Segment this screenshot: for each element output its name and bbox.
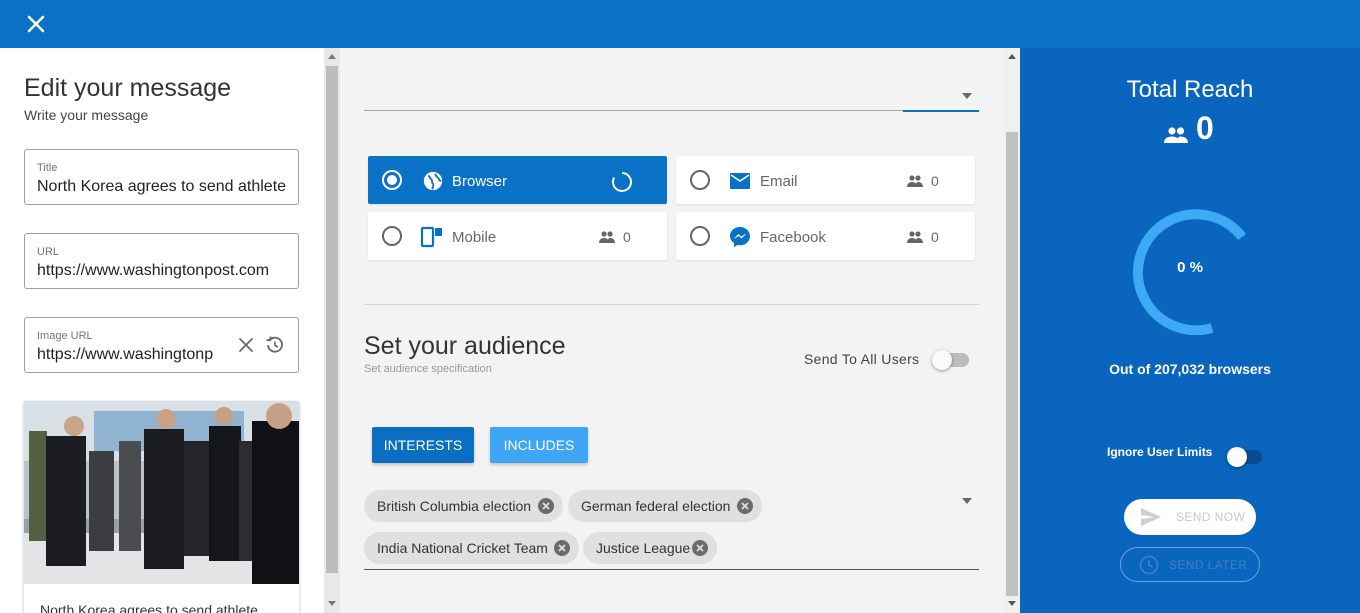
url-field-value[interactable]: https://www.washingtonpost.com (37, 262, 269, 280)
interests-button[interactable]: INTERESTS (372, 427, 474, 463)
mobile-icon (420, 226, 442, 248)
radio-facebook[interactable] (690, 226, 710, 246)
chip-india-national-cricket-team: India National Cricket Team (364, 532, 579, 564)
globe-icon (423, 171, 443, 191)
radio-mobile[interactable] (382, 226, 402, 246)
top-bar (0, 0, 1360, 48)
editor-scrollbar[interactable] (324, 48, 340, 613)
audience-title: Set your audience (364, 332, 566, 360)
segment-select[interactable] (364, 110, 904, 111)
url-field[interactable]: URL https://www.washingtonpost.com (24, 233, 299, 289)
channel-email[interactable]: Email 0 (676, 156, 975, 204)
chevron-down-icon[interactable] (962, 93, 972, 99)
scroll-up-arrow[interactable] (1008, 54, 1016, 59)
clock-icon (1139, 555, 1159, 575)
reach-count: 0 (1196, 110, 1214, 146)
reach-percent: 0 % (1177, 259, 1203, 276)
channel-email-count: 0 (931, 173, 939, 189)
chevron-down-icon[interactable] (962, 498, 972, 504)
title-field-label: Title (37, 162, 58, 174)
remove-chip-icon[interactable] (737, 498, 753, 514)
url-field-label: URL (37, 246, 60, 258)
send-later-button[interactable]: SEND LATER (1120, 547, 1260, 582)
includes-button[interactable]: INCLUDES (490, 427, 588, 463)
editor-subtitle: Write your message (24, 107, 149, 123)
divider (364, 304, 979, 305)
targeting-scrollbar-thumb[interactable] (1006, 132, 1018, 596)
chips-input-underline (364, 569, 979, 570)
messenger-icon (730, 227, 750, 247)
ignore-user-limits-toggle-thumb[interactable] (1227, 447, 1247, 467)
scroll-down-arrow[interactable] (1008, 601, 1016, 606)
remove-chip-icon[interactable] (538, 498, 554, 514)
send-now-button[interactable]: SEND NOW (1124, 499, 1256, 535)
send-to-all-toggle-thumb[interactable] (932, 350, 952, 370)
chip-label: India National Cricket Team (377, 540, 548, 556)
remove-chip-icon[interactable] (692, 540, 708, 556)
channel-mobile-label: Mobile (452, 229, 497, 246)
chip-justice-league: Justice League (583, 532, 717, 564)
image-url-field-label: Image URL (37, 330, 93, 342)
channel-email-label: Email (760, 173, 798, 190)
targeting-scrollbar[interactable] (1004, 48, 1020, 613)
image-url-field-value[interactable]: https://www.washingtonp (37, 346, 232, 364)
radio-browser[interactable] (382, 170, 402, 190)
channel-facebook-label: Facebook (760, 229, 826, 246)
users-icon (1164, 127, 1188, 143)
restore-icon[interactable] (263, 334, 285, 356)
send-to-all-label: Send To All Users (804, 351, 920, 367)
preview-image (24, 401, 299, 584)
reach-title: Total Reach (1126, 76, 1254, 103)
title-field[interactable]: Title North Korea agrees to send athlete (24, 149, 299, 205)
channel-browser-label: Browser (452, 173, 508, 190)
editor-title: Edit your message (24, 74, 232, 102)
ignore-user-limits-label: Ignore User Limits (1107, 445, 1213, 459)
preview-caption: North Korea agrees to send athlete (40, 602, 258, 613)
channel-facebook[interactable]: Facebook 0 (676, 212, 975, 260)
audience-subtitle: Set audience specification (364, 363, 492, 375)
message-editor-panel: Edit your message Write your message Tit… (0, 48, 324, 613)
channel-mobile-count: 0 (623, 229, 631, 245)
preview-card: North Korea agrees to send athlete (24, 401, 299, 613)
reach-out-of: Out of 207,032 browsers (1109, 361, 1271, 377)
send-now-label: SEND NOW (1176, 510, 1246, 524)
targeting-panel: Browser Email 0 Mobile 0 Facebook 0 Set … (340, 48, 1004, 613)
scroll-down-arrow[interactable] (328, 601, 336, 606)
editor-scrollbar-thumb[interactable] (326, 66, 338, 573)
close-icon[interactable] (24, 12, 48, 36)
scroll-up-arrow[interactable] (328, 54, 336, 59)
users-icon (907, 231, 923, 243)
radio-email[interactable] (690, 170, 710, 190)
chip-label: German federal election (581, 498, 731, 514)
email-icon (730, 173, 750, 189)
users-icon (599, 231, 615, 243)
channel-mobile[interactable]: Mobile 0 (368, 212, 667, 260)
chip-label: British Columbia election (377, 498, 532, 514)
channel-browser[interactable]: Browser (368, 156, 667, 204)
users-icon (907, 175, 923, 187)
send-icon (1141, 508, 1161, 526)
title-field-value[interactable]: North Korea agrees to send athlete (37, 178, 286, 196)
segment-select-focus-line (903, 110, 979, 112)
remove-chip-icon[interactable] (554, 540, 570, 556)
chip-label: Justice League (596, 540, 691, 556)
loading-spinner-icon (612, 172, 632, 192)
chip-german-federal-election: German federal election (568, 490, 762, 522)
reach-panel: Total Reach 0 0 % Out of 207,032 browser… (1020, 48, 1360, 613)
chip-british-columbia-election: British Columbia election (364, 490, 563, 522)
image-url-field[interactable]: Image URL https://www.washingtonp (24, 317, 299, 373)
clear-icon[interactable] (237, 336, 255, 354)
send-later-label: SEND LATER (1169, 558, 1248, 572)
channel-facebook-count: 0 (931, 229, 939, 245)
